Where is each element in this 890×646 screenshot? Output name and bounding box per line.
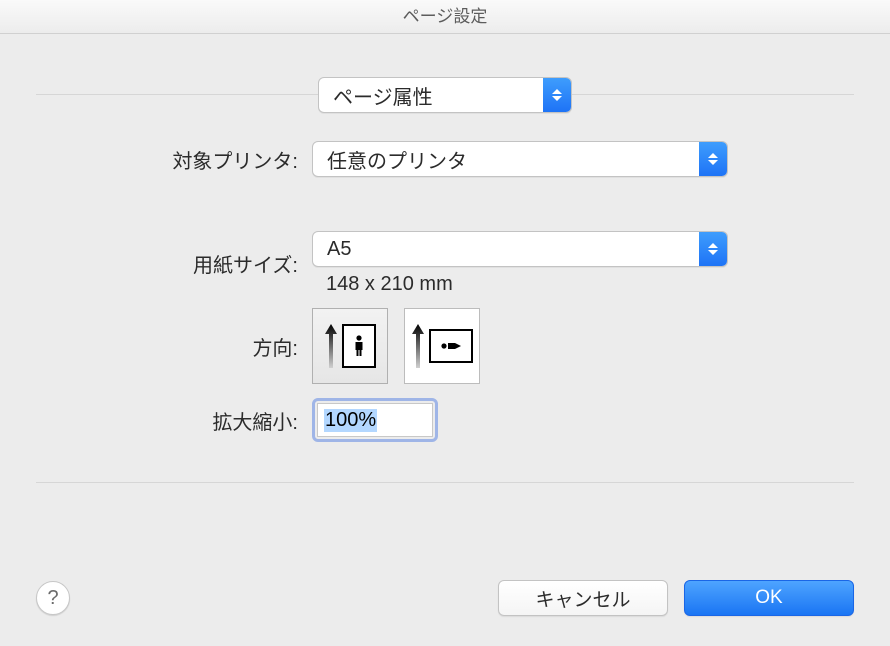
page-portrait-icon: [342, 324, 376, 368]
scale-label: 拡大縮小:: [36, 406, 312, 435]
printer-label: 対象プリンタ:: [36, 145, 312, 174]
divider-bottom: [36, 482, 854, 483]
orientation-portrait-button[interactable]: [312, 308, 388, 384]
ok-button[interactable]: OK: [684, 580, 854, 616]
page-landscape-icon: [429, 329, 473, 363]
paper-dimensions: 148 x 210 mm: [326, 273, 854, 296]
paper-size-label: 用紙サイズ:: [36, 249, 312, 278]
window-title: ページ設定: [0, 0, 890, 34]
orientation-label: 方向:: [36, 332, 312, 361]
chevron-updown-icon: [699, 142, 727, 176]
cancel-button[interactable]: キャンセル: [498, 580, 668, 616]
printer-popup[interactable]: 任意のプリンタ: [312, 141, 728, 177]
settings-mode-value: ページ属性: [333, 81, 433, 110]
chevron-updown-icon: [543, 78, 571, 112]
ok-label: OK: [755, 587, 782, 609]
scale-input[interactable]: 100%: [317, 403, 433, 437]
chevron-updown-icon: [699, 232, 727, 266]
orientation-landscape-button[interactable]: [404, 308, 480, 384]
help-button[interactable]: ?: [36, 581, 70, 615]
cancel-label: キャンセル: [535, 585, 630, 612]
arrow-up-icon: [411, 322, 425, 370]
help-icon: ?: [47, 587, 58, 610]
scale-input-focus-ring: 100%: [312, 398, 438, 442]
printer-value: 任意のプリンタ: [327, 145, 467, 174]
settings-mode-popup[interactable]: ページ属性: [318, 77, 572, 113]
paper-size-popup[interactable]: A5: [312, 231, 728, 267]
arrow-up-icon: [324, 322, 338, 370]
scale-value: 100%: [324, 409, 377, 432]
paper-size-value: A5: [327, 238, 351, 261]
